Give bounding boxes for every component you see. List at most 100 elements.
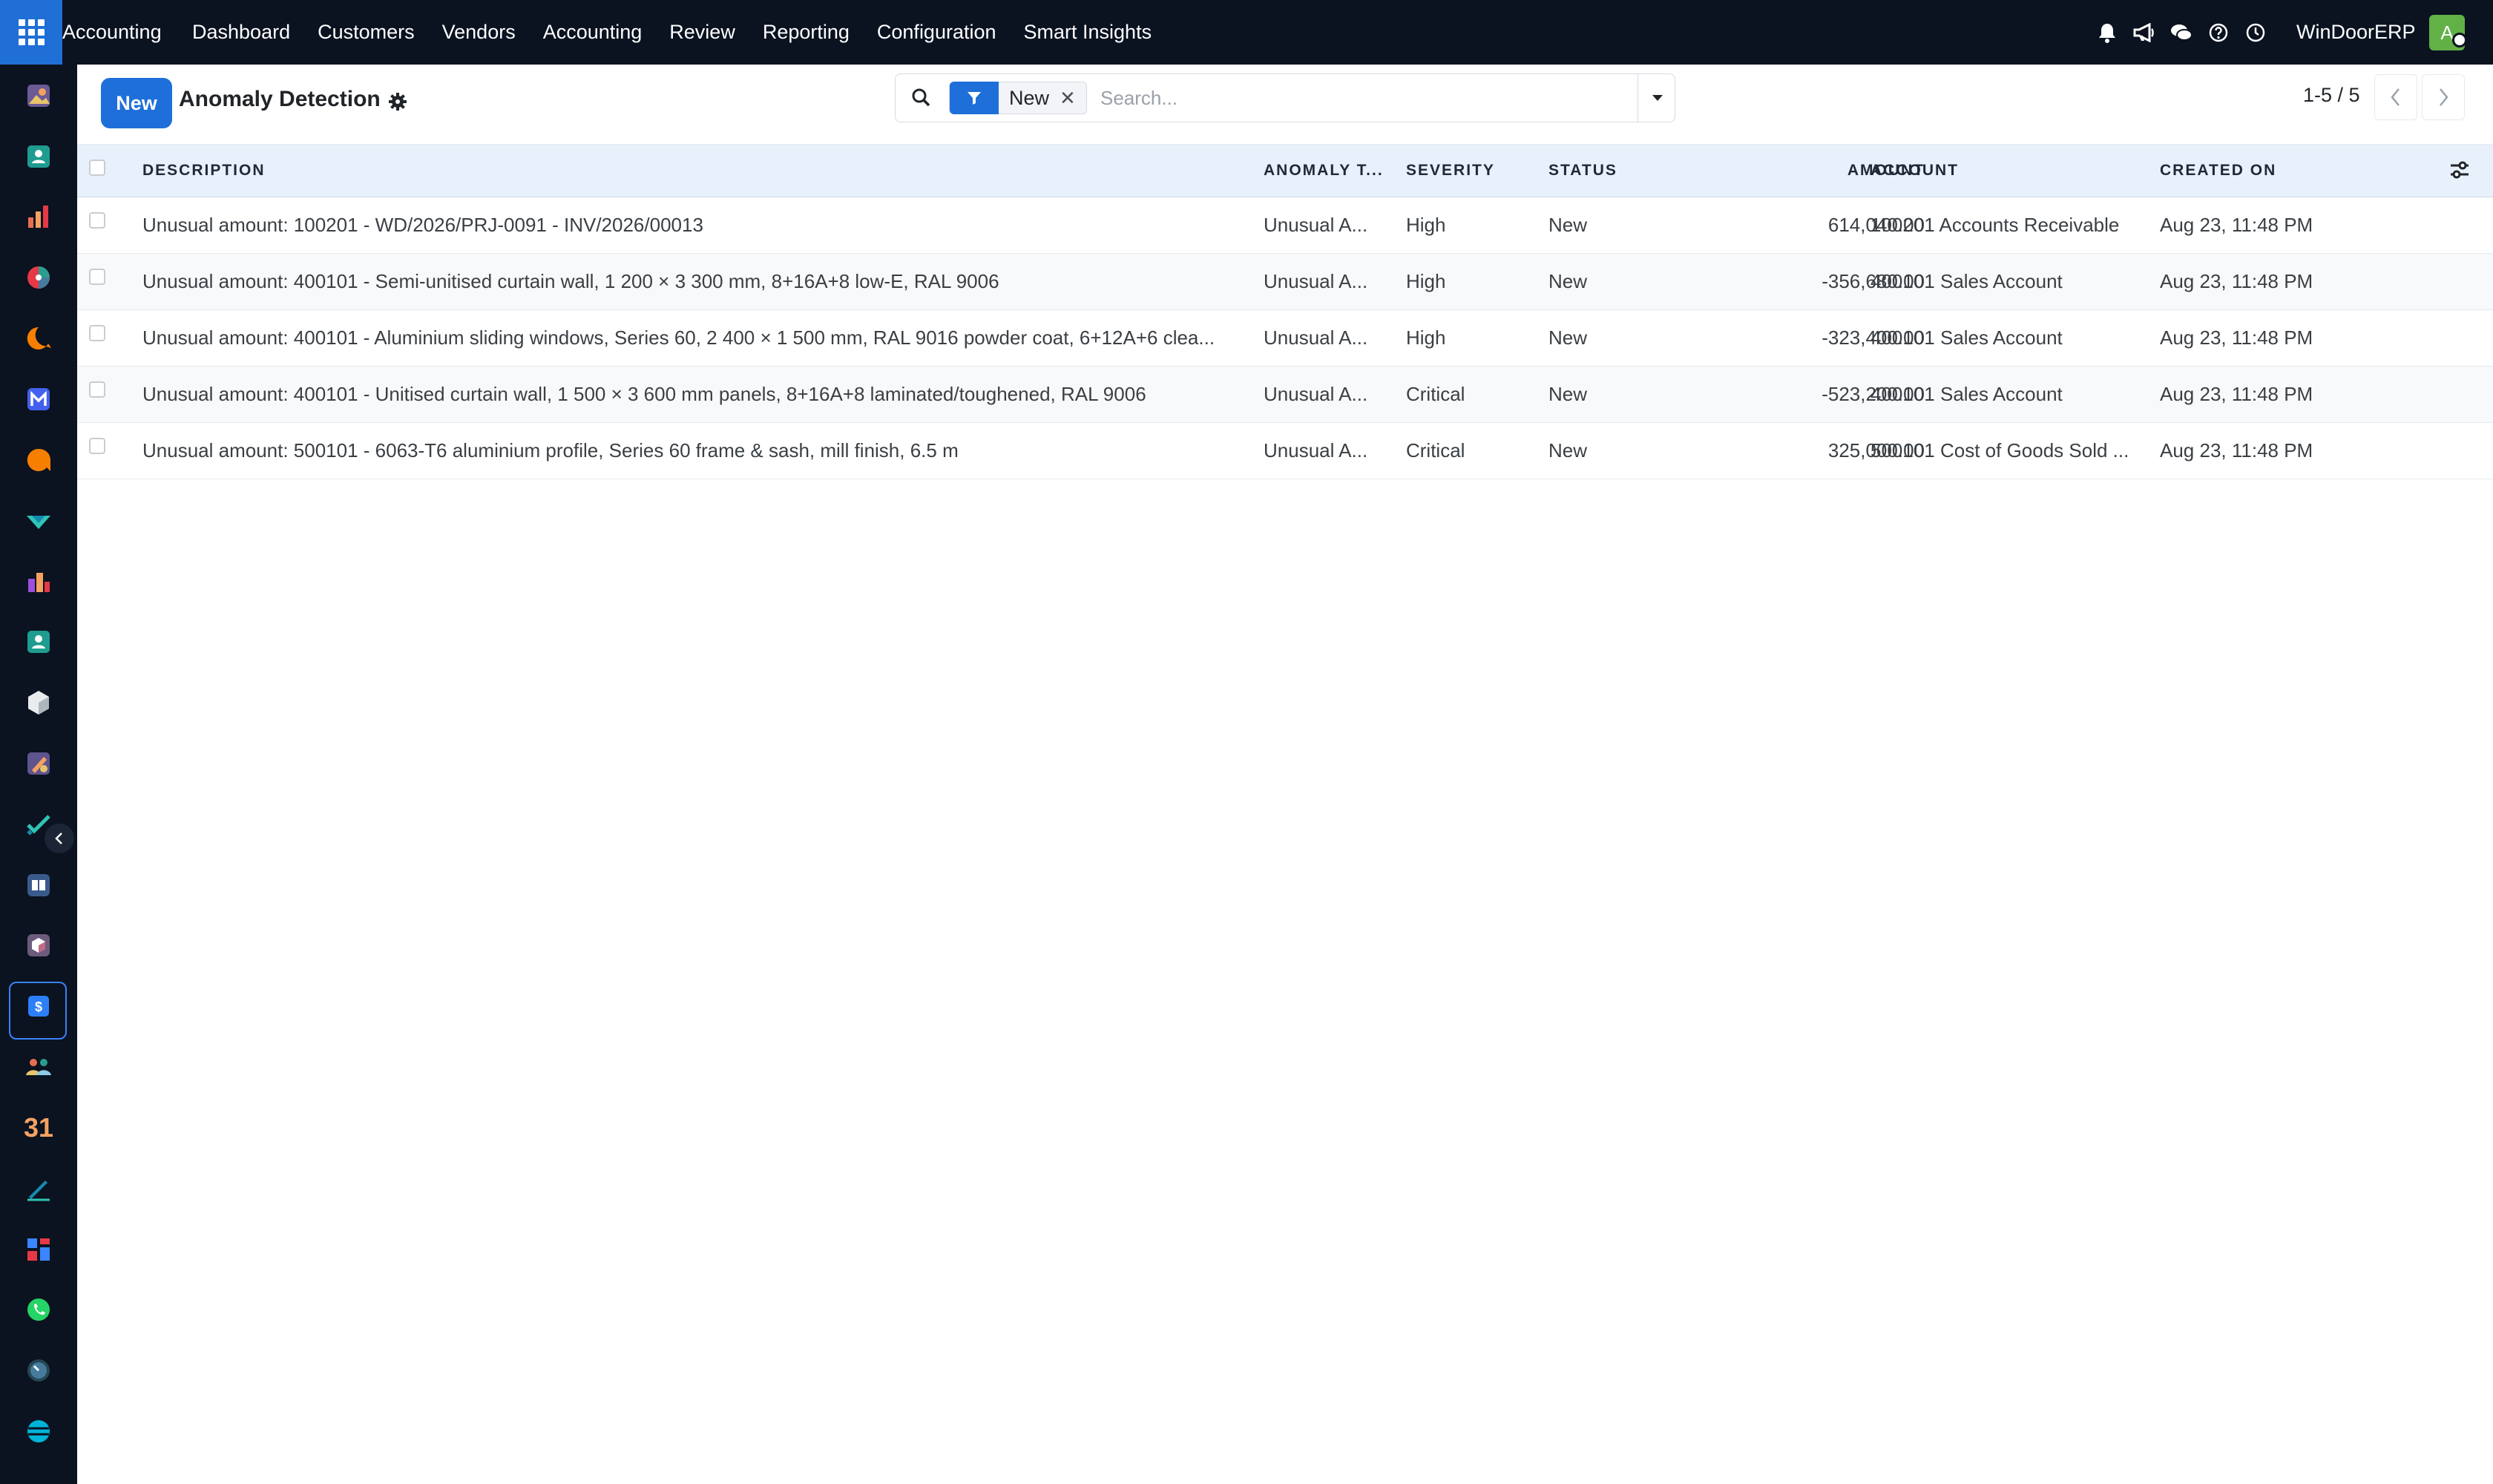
remove-facet-icon[interactable]: ✕ — [1060, 87, 1086, 110]
pager-value[interactable]: 1-5 / 5 — [2303, 84, 2360, 107]
cell-anomaly-type: Unusual A... — [1264, 439, 1368, 462]
column-created-on[interactable]: CREATED ON — [2160, 162, 2276, 180]
menu-review[interactable]: Review — [669, 20, 735, 44]
cell-created-on: Aug 23, 11:48 PM — [2160, 214, 2313, 236]
table-row[interactable]: Unusual amount: 100201 - WD/2026/PRJ-009… — [77, 197, 2493, 254]
inventory-app-icon[interactable] — [24, 689, 53, 717]
menu-accounting[interactable]: Accounting — [543, 20, 643, 44]
reporting-app-icon[interactable] — [24, 567, 53, 595]
caret-down-icon — [1652, 95, 1663, 101]
team-app-icon[interactable] — [24, 1053, 53, 1081]
column-status[interactable]: STATUS — [1548, 162, 1617, 180]
gear-icon[interactable] — [387, 91, 408, 112]
column-severity[interactable]: SEVERITY — [1406, 162, 1495, 180]
new-button[interactable]: New — [101, 78, 172, 128]
pie-app-icon[interactable] — [24, 263, 53, 292]
cell-severity: High — [1406, 270, 1446, 292]
cell-description: Unusual amount: 400101 - Aluminium slidi… — [142, 326, 1215, 349]
whatsapp-app-icon[interactable] — [24, 1296, 53, 1324]
cell-account: 400101 Sales Account — [1870, 270, 2063, 292]
calendar-app-icon[interactable]: 31 — [22, 1114, 55, 1142]
studio-app-icon[interactable] — [24, 749, 53, 778]
chevron-left-icon — [2391, 88, 2400, 106]
dashboard-app-icon[interactable] — [24, 1235, 53, 1264]
column-description[interactable]: DESCRIPTION — [142, 162, 266, 180]
column-account[interactable]: ACCOUNT — [1870, 162, 1959, 180]
table-header: DESCRIPTION ANOMALY T... SEVERITY STATUS… — [77, 145, 2493, 197]
pager-next-button[interactable] — [2422, 74, 2465, 120]
company-name[interactable]: WinDoorERP — [2296, 20, 2416, 44]
cell-anomaly-type: Unusual A... — [1264, 270, 1368, 292]
megaphone-icon[interactable] — [2131, 19, 2158, 46]
menu-configuration[interactable]: Configuration — [877, 20, 996, 44]
row-checkbox[interactable] — [89, 381, 105, 398]
filter-icon — [950, 82, 999, 114]
svg-text:$: $ — [35, 999, 42, 1014]
sign-pen-app-icon[interactable] — [24, 1175, 53, 1203]
chevron-left-icon — [55, 833, 62, 844]
table-row[interactable]: Unusual amount: 400101 - Semi-unitised c… — [77, 254, 2493, 310]
main-menu: Dashboard Customers Vendors Accounting R… — [192, 20, 1179, 44]
cell-created-on: Aug 23, 11:48 PM — [2160, 270, 2313, 292]
pager-previous-button[interactable] — [2374, 74, 2417, 120]
bell-icon[interactable] — [2094, 19, 2121, 46]
help-icon[interactable] — [2205, 19, 2232, 46]
column-settings-icon[interactable] — [2448, 158, 2471, 182]
discuss-app-icon[interactable] — [24, 324, 53, 352]
cell-status: New — [1548, 439, 1588, 462]
cell-severity: High — [1406, 326, 1446, 349]
cell-created-on: Aug 23, 11:48 PM — [2160, 439, 2313, 462]
menu-vendors[interactable]: Vendors — [442, 20, 516, 44]
menu-dashboard[interactable]: Dashboard — [192, 20, 290, 44]
search-icon[interactable] — [910, 87, 933, 109]
cell-status: New — [1548, 214, 1588, 236]
cell-account: 100201 Accounts Receivable — [1870, 214, 2120, 236]
filter-facet-value: New — [1009, 86, 1050, 109]
cell-account: 500101 Cost of Goods Sold ... — [1870, 439, 2129, 462]
row-checkbox[interactable] — [89, 269, 105, 285]
cell-severity: Critical — [1406, 383, 1465, 405]
search-options-toggle[interactable] — [1638, 74, 1676, 122]
app-dock: $ 31 — [0, 65, 77, 1484]
table-row[interactable]: Unusual amount: 500101 - 6063-T6 alumini… — [77, 423, 2493, 479]
row-checkbox[interactable] — [89, 325, 105, 341]
systray — [2094, 19, 2279, 46]
timer-app-icon[interactable] — [24, 1356, 53, 1385]
filter-facet: New ✕ — [949, 82, 1087, 114]
knowledge-app-icon[interactable] — [24, 871, 53, 899]
app-switcher-button[interactable] — [0, 0, 62, 65]
photo-app-icon[interactable] — [24, 82, 53, 110]
menu-customers[interactable]: Customers — [318, 20, 415, 44]
accounting-app-icon[interactable]: $ — [24, 992, 53, 1020]
select-all-checkbox[interactable] — [89, 160, 105, 176]
cell-severity: Critical — [1406, 439, 1465, 462]
search-input[interactable] — [1100, 85, 1620, 111]
menu-smart-insights[interactable]: Smart Insights — [1024, 20, 1152, 44]
cell-created-on: Aug 23, 11:48 PM — [2160, 383, 2313, 405]
app-brand[interactable]: Accounting — [62, 20, 162, 44]
menu-reporting[interactable]: Reporting — [763, 20, 850, 44]
mail-app-icon[interactable] — [24, 385, 53, 413]
page-title: Anomaly Detection — [179, 87, 381, 111]
contacts-app-icon[interactable] — [24, 142, 53, 171]
list-table: DESCRIPTION ANOMALY T... SEVERITY STATUS… — [77, 145, 2493, 479]
table-row[interactable]: Unusual amount: 400101 - Unitised curtai… — [77, 367, 2493, 423]
barcode-app-icon[interactable] — [24, 931, 53, 959]
table-row[interactable]: Unusual amount: 400101 - Aluminium slidi… — [77, 310, 2493, 367]
row-checkbox[interactable] — [89, 212, 105, 229]
employees-app-icon[interactable] — [24, 628, 53, 656]
charts-app-icon[interactable] — [24, 203, 53, 231]
cell-anomaly-type: Unusual A... — [1264, 383, 1368, 405]
row-checkbox[interactable] — [89, 438, 105, 454]
cell-account: 400101 Sales Account — [1870, 326, 2063, 349]
sign-app-icon[interactable] — [24, 507, 53, 535]
presence-status-dot — [2452, 33, 2467, 47]
dock-collapse-button[interactable] — [45, 824, 74, 853]
clock-icon[interactable] — [2242, 19, 2269, 46]
column-anomaly-type[interactable]: ANOMALY T... — [1264, 162, 1384, 180]
cell-status: New — [1548, 326, 1588, 349]
website-app-icon[interactable] — [24, 1417, 53, 1445]
livechat-app-icon[interactable] — [24, 446, 53, 474]
cell-description: Unusual amount: 100201 - WD/2026/PRJ-009… — [142, 214, 703, 236]
chat-icon[interactable] — [2168, 19, 2195, 46]
